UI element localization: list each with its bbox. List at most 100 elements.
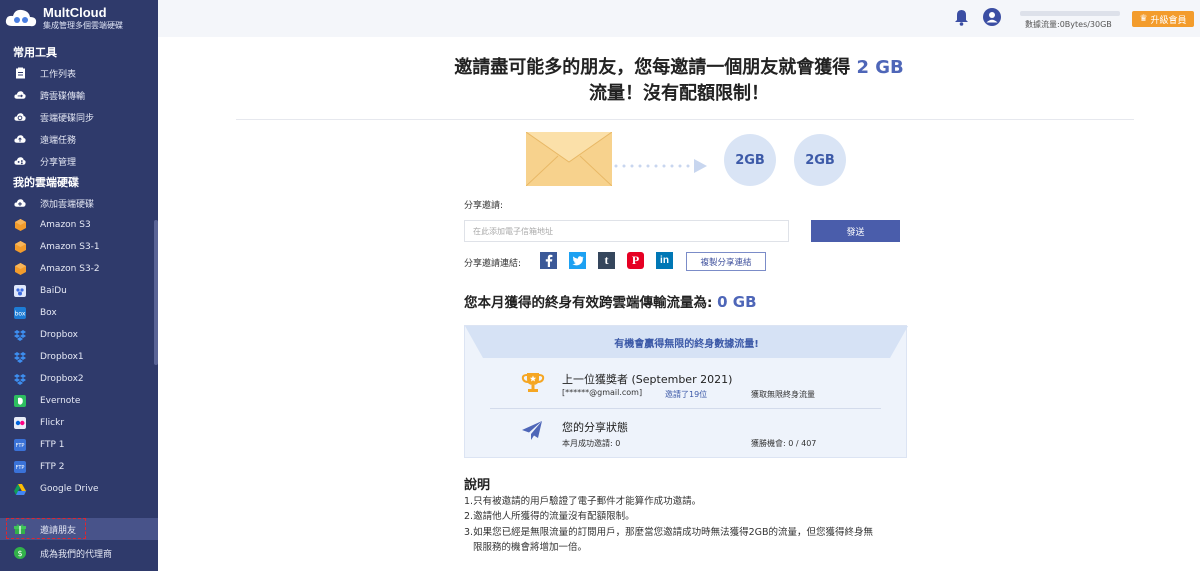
envelope-icon bbox=[525, 131, 613, 190]
cloud-upload-icon bbox=[14, 133, 26, 145]
notes-title: 說明 bbox=[464, 478, 491, 493]
headline-text: 邀請盡可能多的朋友，您每邀請一個朋友就會獲得 bbox=[454, 57, 857, 78]
lifetime-traffic: 您本月獲得的終身有效跨雲端傳輸流量為: 0 GB bbox=[464, 291, 757, 311]
sidebar-item-label: 成為我們的代理商 bbox=[40, 549, 113, 560]
sidebar-item-amazon-s3-2[interactable]: Amazon S3-2 bbox=[0, 258, 158, 280]
crown-icon: ♛ bbox=[1139, 14, 1148, 24]
baidu-icon bbox=[14, 285, 26, 297]
brand-tagline: 集成管理多個雲端硬碟 bbox=[43, 20, 123, 30]
sidebar-item-flickr[interactable]: Flickr bbox=[0, 412, 158, 434]
cloud-sync-icon bbox=[14, 111, 26, 123]
reward-card: 有機會贏得無限的終身數據流量! 上一位獲獎者 (September 2021) … bbox=[464, 325, 908, 458]
linkedin-icon[interactable]: in bbox=[656, 252, 673, 269]
sidebar-item-label: 跨雲碟傳輸 bbox=[40, 91, 86, 102]
share-status-chance: 獲勝機會: 0 / 407 bbox=[751, 439, 817, 448]
pinterest-icon[interactable]: P bbox=[627, 252, 644, 269]
google-drive-icon bbox=[14, 483, 26, 495]
brand-name: MultCloud bbox=[43, 4, 107, 20]
gb-reward-circle: 2GB bbox=[794, 134, 846, 186]
last-winner-reward: 獲取無限終身流量 bbox=[751, 390, 815, 399]
sidebar-item-ftp1[interactable]: FTP FTP 1 bbox=[0, 434, 158, 456]
sidebar-item-label: FTP 1 bbox=[40, 440, 65, 450]
note-item: 限服務的機會將增加一倍。 bbox=[473, 542, 588, 553]
sidebar-item-label: Amazon S3-2 bbox=[40, 264, 100, 274]
cloud-share-icon bbox=[14, 155, 26, 167]
sidebar-item-label: 雲端硬碟同步 bbox=[40, 113, 95, 124]
sidebar-item-dropbox2[interactable]: Dropbox2 bbox=[0, 368, 158, 390]
sidebar-item-remote-upload[interactable]: 遠端任務 bbox=[0, 128, 158, 150]
send-button[interactable]: 發送 bbox=[811, 220, 900, 242]
last-winner-email: [******@gmail.com] bbox=[562, 388, 643, 397]
sidebar-item-label: 添加雲端硬碟 bbox=[40, 199, 95, 210]
sidebar-item-label: 遠端任務 bbox=[40, 135, 77, 146]
dotted-arrow bbox=[614, 158, 709, 178]
sidebar-item-amazon-s3[interactable]: Amazon S3 bbox=[0, 214, 158, 236]
cloud-transfer-icon bbox=[14, 89, 26, 101]
last-winner-invited: 邀請了19位 bbox=[665, 390, 708, 399]
sidebar-item-dropbox1[interactable]: Dropbox1 bbox=[0, 346, 158, 368]
usage-text: 數據流量:0Bytes/30GB bbox=[1025, 20, 1112, 29]
avatar[interactable] bbox=[983, 8, 1001, 26]
dropbox-icon bbox=[14, 329, 26, 341]
sidebar-item-add-cloud[interactable]: 添加雲端硬碟 bbox=[0, 192, 158, 214]
svg-text:box: box bbox=[15, 311, 26, 318]
tumblr-icon[interactable]: t bbox=[598, 252, 615, 269]
ftp-icon: FTP bbox=[14, 461, 26, 473]
note-item: 1.只有被邀請的用戶驗證了電子郵件才能算作成功邀請。 bbox=[464, 496, 702, 507]
section-drives-title: 我的雲端硬碟 bbox=[13, 176, 79, 189]
sidebar-item-label: Dropbox1 bbox=[40, 352, 84, 362]
sidebar-item-cloud-transfer[interactable]: 跨雲碟傳輸 bbox=[0, 84, 158, 106]
sidebar-item-become-agent[interactable]: $ 成為我們的代理商 bbox=[0, 542, 158, 564]
svg-text:FTP: FTP bbox=[16, 443, 25, 449]
upgrade-label: 升級會員 bbox=[1150, 15, 1187, 26]
sidebar-item-amazon-s3-1[interactable]: Amazon S3-1 bbox=[0, 236, 158, 258]
upgrade-button[interactable]: ♛ 升級會員 bbox=[1132, 11, 1194, 27]
share-status-title: 您的分享狀態 bbox=[562, 421, 628, 434]
evernote-icon bbox=[14, 395, 26, 407]
headline-gb: 2 GB bbox=[856, 57, 904, 78]
headline-text-2: 流量！沒有配額限制！ bbox=[589, 83, 769, 104]
sidebar-item-baidu[interactable]: BaiDu bbox=[0, 280, 158, 302]
sidebar-item-label: Evernote bbox=[40, 396, 81, 406]
share-link-label: 分享邀請連結: bbox=[464, 259, 522, 269]
sidebar-item-ftp2[interactable]: FTP FTP 2 bbox=[0, 456, 158, 478]
card-banner-text: 有機會贏得無限的終身數據流量! bbox=[614, 339, 759, 350]
sidebar-item-google-drive[interactable]: Google Drive bbox=[0, 478, 158, 500]
section-tools-title: 常用工具 bbox=[13, 46, 57, 59]
copy-link-button[interactable]: 複製分享連結 bbox=[686, 252, 766, 271]
svg-text:FTP: FTP bbox=[16, 465, 25, 471]
sidebar-item-label: Amazon S3-1 bbox=[40, 242, 100, 252]
sidebar-item-task-list[interactable]: 工作列表 bbox=[0, 62, 158, 84]
sidebar-item-evernote[interactable]: Evernote bbox=[0, 390, 158, 412]
sidebar-item-box[interactable]: box Box bbox=[0, 302, 158, 324]
email-input[interactable] bbox=[464, 220, 789, 242]
sidebar-item-label: Flickr bbox=[40, 418, 65, 428]
twitter-icon[interactable] bbox=[569, 252, 586, 269]
trophy-icon bbox=[521, 371, 545, 399]
sidebar-item-cloud-sync[interactable]: 雲端硬碟同步 bbox=[0, 106, 158, 128]
bell-icon[interactable] bbox=[954, 9, 969, 30]
brand[interactable]: MultCloud 集成管理多個雲端硬碟 bbox=[0, 0, 158, 36]
flickr-icon bbox=[14, 417, 26, 429]
svg-text:$: $ bbox=[17, 549, 22, 558]
sidebar-item-label: Dropbox2 bbox=[40, 374, 84, 384]
sidebar: MultCloud 集成管理多個雲端硬碟 常用工具 工作列表 跨雲碟傳輸 雲端硬… bbox=[0, 0, 158, 571]
sidebar-item-label: Google Drive bbox=[40, 484, 99, 494]
clipboard-icon bbox=[14, 67, 26, 79]
sidebar-item-label: BaiDu bbox=[40, 286, 67, 296]
box-icon: box bbox=[14, 307, 26, 319]
page-headline: 邀請盡可能多的朋友，您每邀請一個朋友就會獲得 2 GB 流量！沒有配額限制！ bbox=[158, 55, 1200, 107]
sidebar-item-label: Box bbox=[40, 308, 57, 318]
last-winner-title: 上一位獲獎者 (September 2021) bbox=[562, 373, 733, 386]
sidebar-item-label: Amazon S3 bbox=[40, 220, 91, 230]
cloud-add-icon bbox=[14, 197, 26, 209]
sidebar-item-share-manage[interactable]: 分享管理 bbox=[0, 150, 158, 172]
amazon-s3-icon bbox=[14, 263, 26, 275]
sidebar-item-label: FTP 2 bbox=[40, 462, 65, 472]
amazon-s3-icon bbox=[14, 219, 26, 231]
divider bbox=[236, 119, 1134, 120]
facebook-icon[interactable] bbox=[540, 252, 557, 269]
sidebar-item-dropbox[interactable]: Dropbox bbox=[0, 324, 158, 346]
main-content: 邀請盡可能多的朋友，您每邀請一個朋友就會獲得 2 GB 流量！沒有配額限制！ 2… bbox=[158, 37, 1200, 571]
ftp-icon: FTP bbox=[14, 439, 26, 451]
